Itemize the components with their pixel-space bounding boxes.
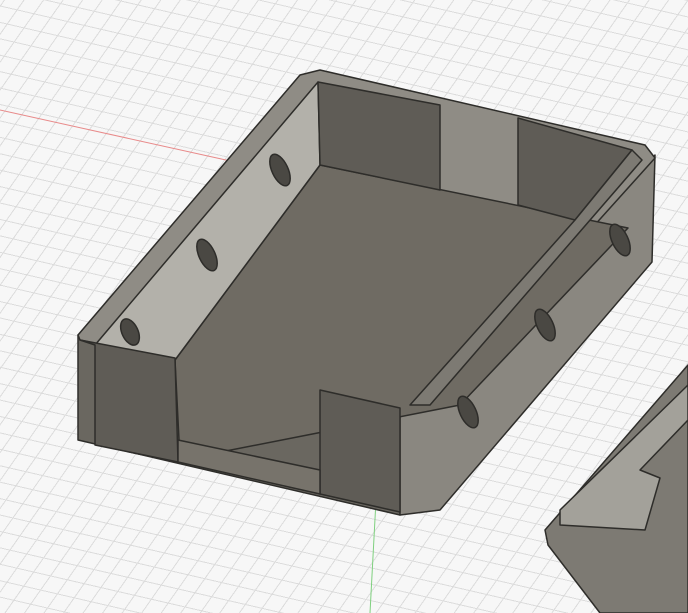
front-wall-left	[79, 339, 179, 463]
y-axis-line	[369, 499, 377, 613]
x-axis-line	[0, 109, 236, 163]
model-canvas[interactable]	[0, 0, 688, 613]
enclosure-lid[interactable]	[544, 364, 688, 613]
front-wall-right	[319, 389, 401, 513]
cad-viewport[interactable]	[0, 0, 688, 613]
enclosure-box[interactable]	[77, 69, 656, 516]
